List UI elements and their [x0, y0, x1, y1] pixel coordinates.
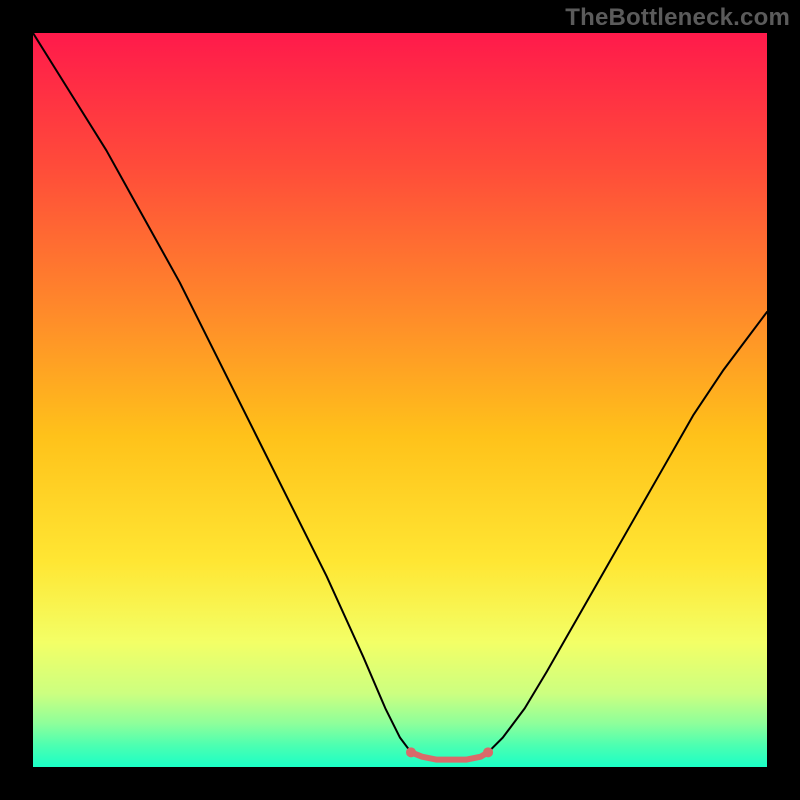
plot-area — [33, 33, 767, 767]
chart-canvas-outer: TheBottleneck.com — [0, 0, 800, 800]
marker-left-dot — [406, 747, 416, 757]
chart-svg — [33, 33, 767, 767]
marker-right-dot — [483, 747, 493, 757]
gradient-background — [33, 33, 767, 767]
watermark-label: TheBottleneck.com — [565, 4, 790, 32]
